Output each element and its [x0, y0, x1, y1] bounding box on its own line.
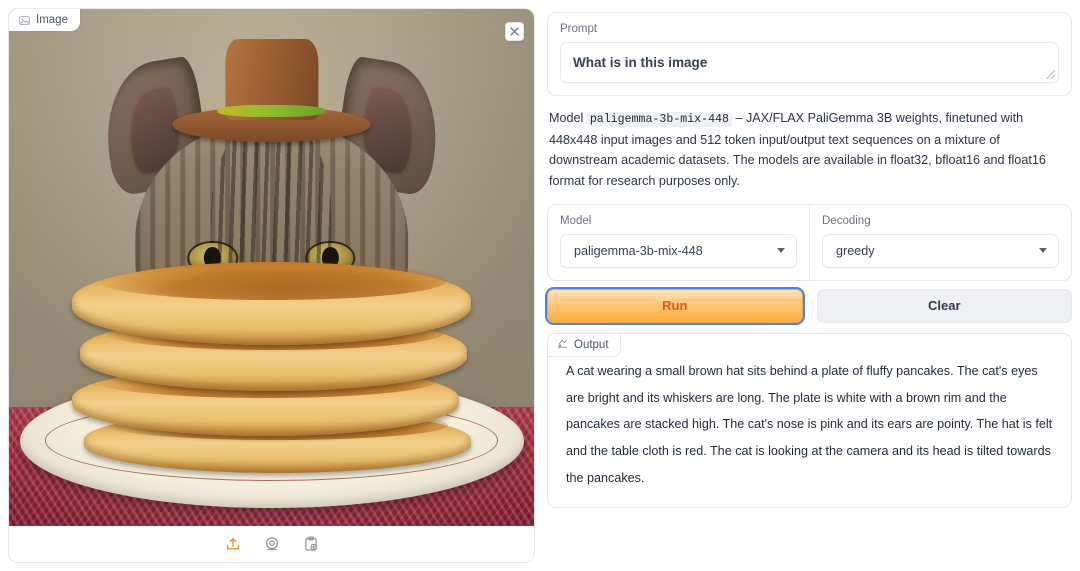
run-button[interactable]: Run — [545, 286, 805, 325]
output-card: Output A cat wearing a small brown hat s… — [547, 332, 1072, 509]
image-toolbar — [9, 526, 534, 562]
upload-icon[interactable] — [224, 536, 241, 553]
model-description: Model paligemma-3b-mix-448 – JAX/FLAX Pa… — [549, 108, 1070, 191]
tab-output[interactable]: Output — [547, 332, 621, 357]
clipboard-paste-icon[interactable] — [302, 536, 319, 553]
pancake — [72, 260, 471, 346]
model-description-code: paligemma-3b-mix-448 — [586, 112, 732, 127]
image-panel: Image — [8, 8, 535, 563]
model-select-group: Model paligemma-3b-mix-448 — [548, 204, 810, 280]
tab-image[interactable]: Image — [9, 9, 80, 31]
controls-column: Prompt What is in this image Model palig… — [545, 8, 1072, 563]
decoding-select[interactable]: greedy — [822, 233, 1059, 268]
webcam-icon[interactable] — [263, 536, 280, 553]
chart-icon — [557, 338, 568, 352]
prompt-label: Prompt — [560, 23, 598, 35]
action-buttons: Run Clear — [545, 286, 1072, 325]
decoding-select-label: Decoding — [822, 214, 871, 227]
model-description-prefix: Model — [549, 111, 584, 125]
cat-top-hat — [172, 39, 371, 143]
prompt-input[interactable]: What is in this image — [560, 42, 1059, 83]
photo-cat-pancakes — [9, 9, 534, 526]
tab-image-label: Image — [36, 14, 68, 26]
image-tab-bar: Image — [9, 9, 80, 31]
output-text: A cat wearing a small brown hat sits beh… — [566, 363, 1053, 485]
clear-button[interactable]: Clear — [816, 288, 1072, 323]
chevron-down-icon — [777, 248, 785, 254]
app-root: Image Prompt What is in this image Model… — [0, 0, 1080, 571]
decoding-select-value: greedy — [836, 243, 875, 258]
selects-card: Model paligemma-3b-mix-448 Decoding gree… — [547, 203, 1072, 281]
picture-icon — [19, 15, 30, 26]
model-select-label: Model — [560, 214, 592, 227]
model-select[interactable]: paligemma-3b-mix-448 — [560, 233, 797, 268]
decoding-select-group: Decoding greedy — [810, 205, 1071, 280]
image-canvas[interactable] — [9, 9, 534, 526]
tab-output-label: Output — [574, 338, 609, 351]
resize-handle-icon[interactable] — [1046, 70, 1055, 79]
model-select-value: paligemma-3b-mix-448 — [574, 243, 703, 258]
close-icon — [510, 23, 519, 41]
chevron-down-icon — [1039, 248, 1047, 254]
prompt-value: What is in this image — [573, 55, 708, 70]
prompt-card: Prompt What is in this image — [547, 12, 1072, 96]
close-image-button[interactable] — [505, 22, 524, 41]
photo-pancake-stack — [72, 260, 471, 474]
